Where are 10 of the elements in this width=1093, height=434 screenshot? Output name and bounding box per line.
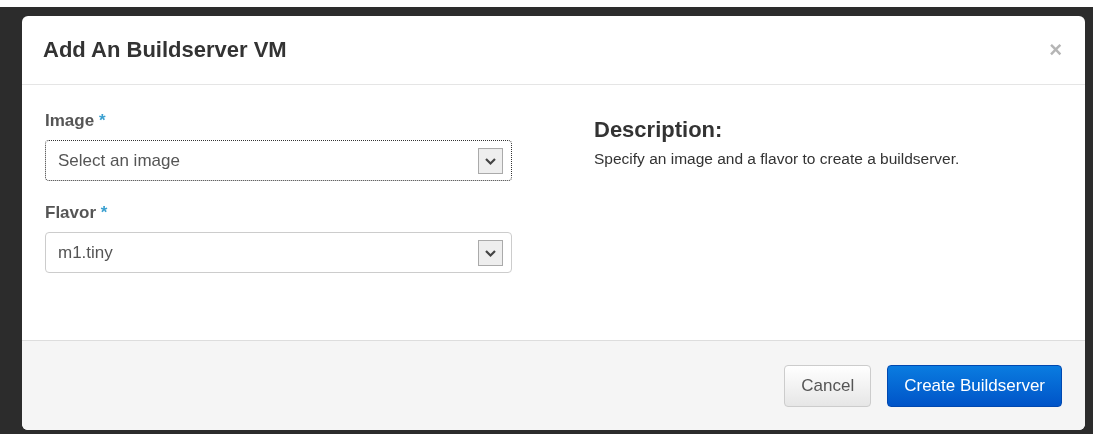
cancel-button[interactable]: Cancel bbox=[784, 364, 872, 407]
field-label: Image * bbox=[45, 111, 107, 131]
modal-title: Add An Buildserver VM bbox=[43, 37, 287, 63]
description-text: Specify an image and a flavor to create a buildserver. bbox=[594, 150, 960, 168]
caret-icon bbox=[478, 239, 503, 266]
select-field[interactable]: m1.tiny bbox=[45, 232, 512, 273]
caret-icon bbox=[478, 147, 503, 174]
field-label: Flavor * bbox=[45, 203, 109, 223]
description-heading: Description: bbox=[594, 117, 724, 143]
create-button[interactable]: Create Buildserver bbox=[887, 364, 1062, 407]
